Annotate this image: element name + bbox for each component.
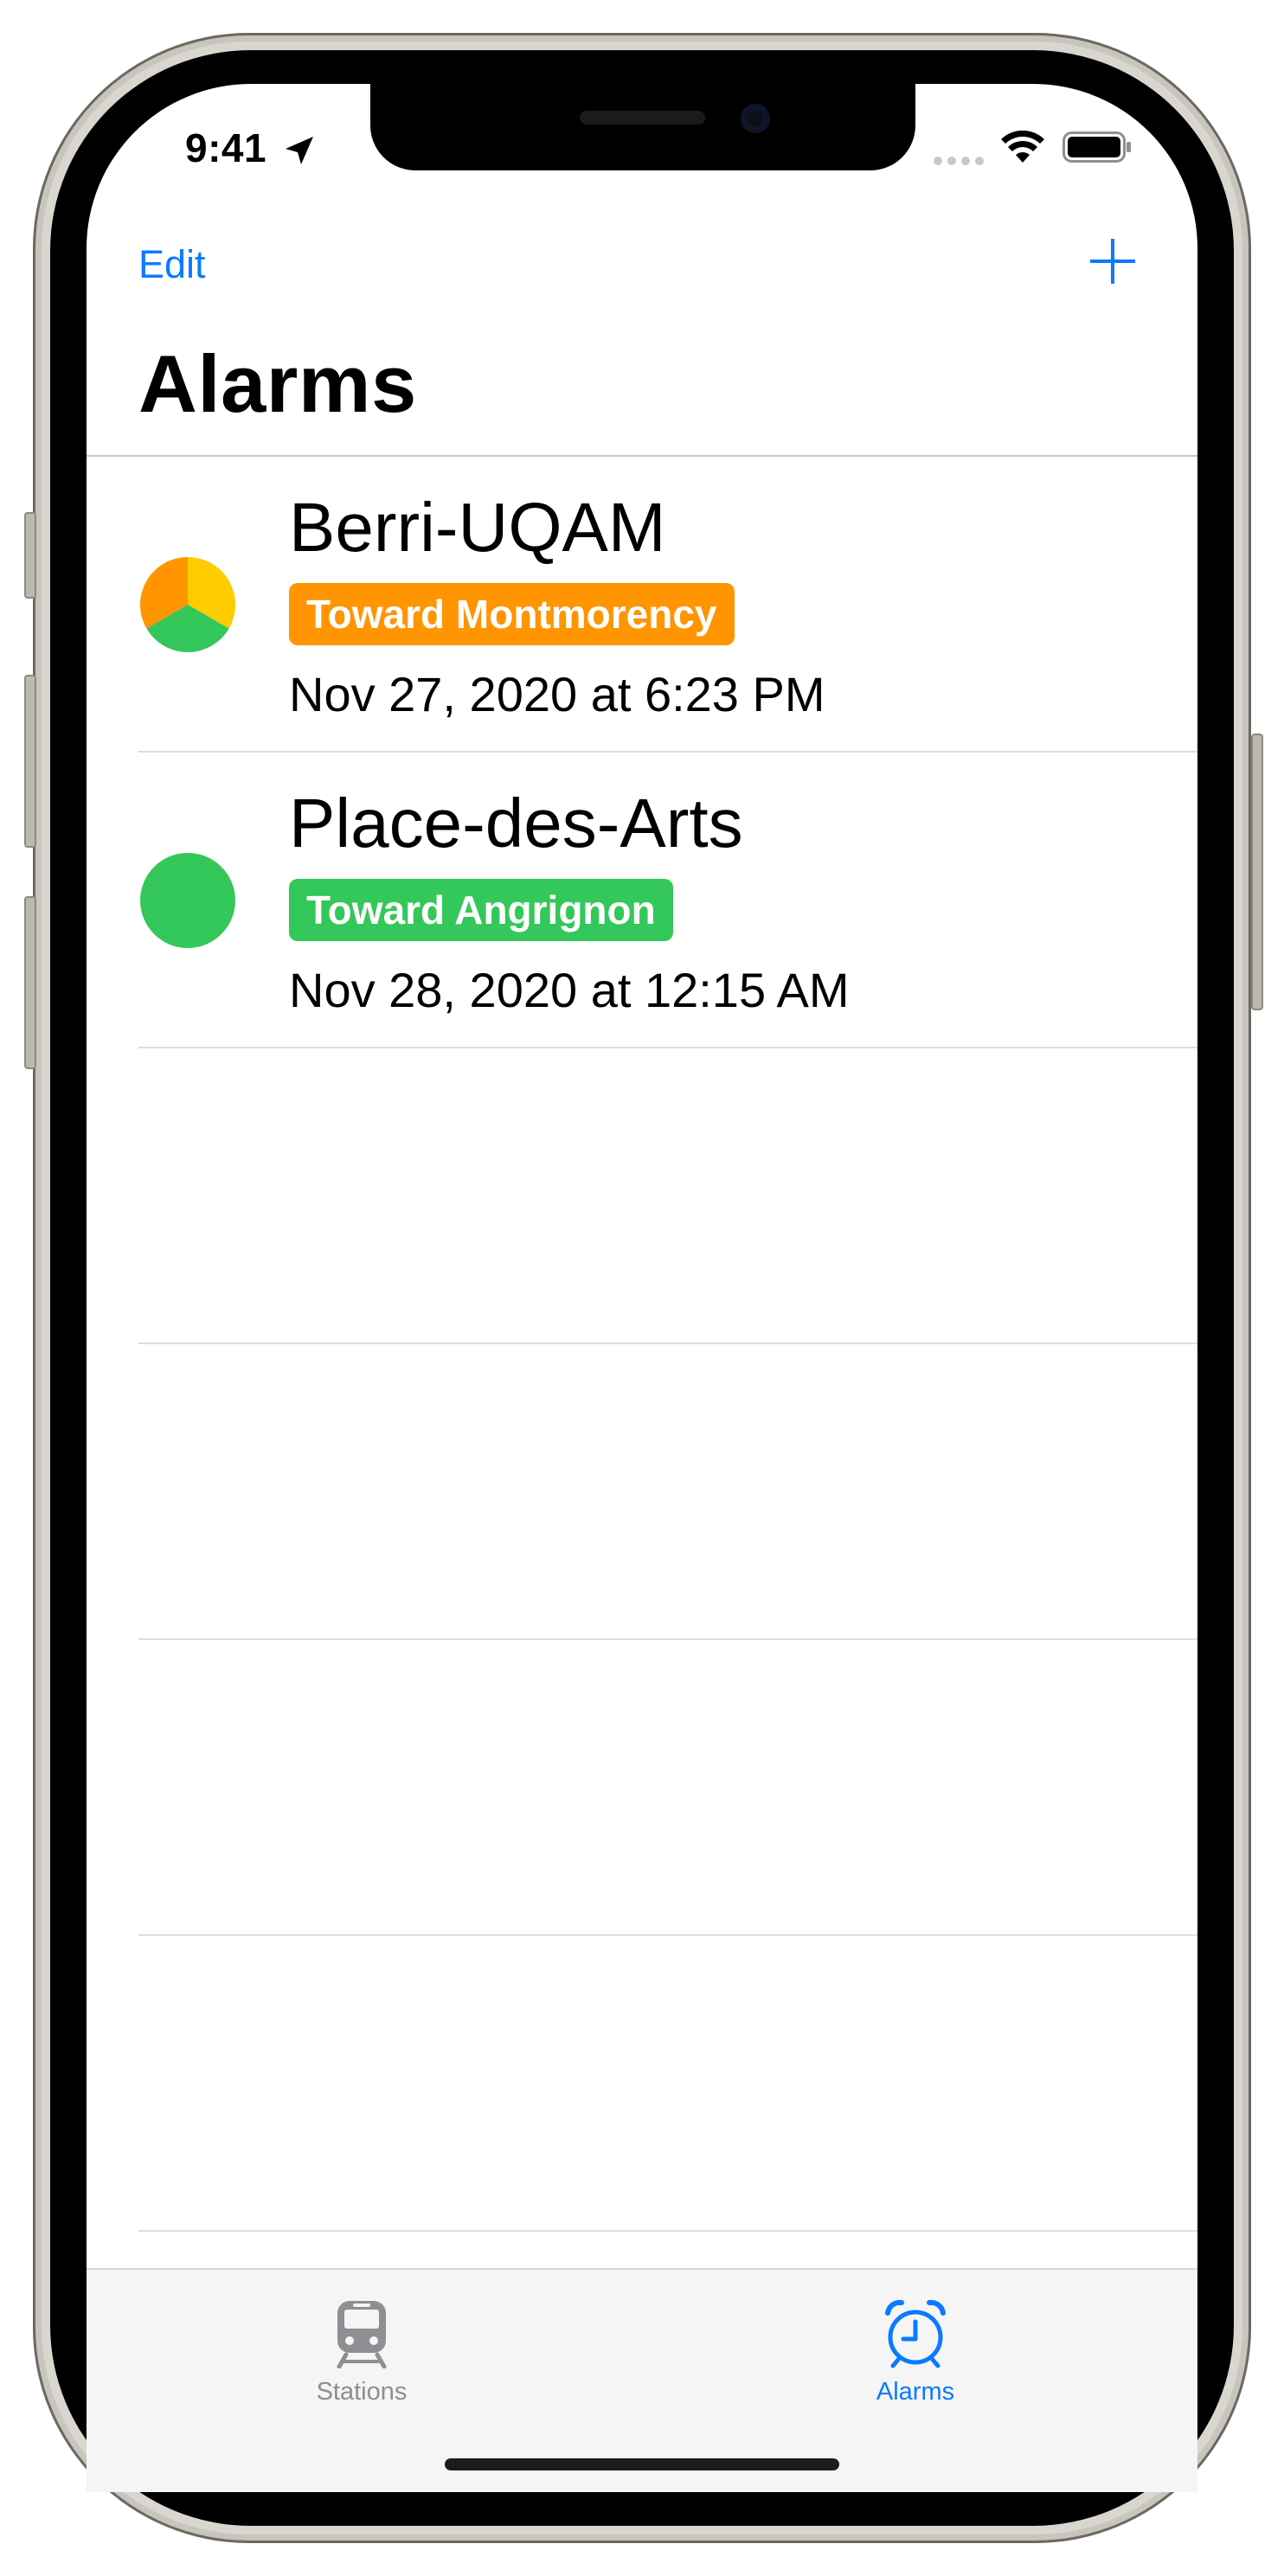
earpiece-speaker: [580, 111, 705, 125]
alarm-row[interactable]: Place-des-Arts Toward Angrignon Nov 28, …: [87, 753, 1197, 1048]
alarm-clock-icon: [885, 2299, 946, 2368]
battery-icon: [1063, 131, 1131, 163]
notch: [370, 84, 915, 170]
volume-up-button: [24, 675, 36, 848]
tab-stations[interactable]: Stations: [258, 2299, 465, 2406]
tab-stations-label: Stations: [316, 2378, 408, 2406]
alarm-datetime: Nov 27, 2020 at 6:23 PM: [289, 667, 825, 721]
empty-row: [87, 1640, 1197, 1936]
empty-row: [87, 1936, 1197, 2232]
cellular-signal-icon: [934, 157, 984, 165]
page-title: Alarms: [138, 338, 417, 429]
status-time: 9:41: [185, 125, 267, 170]
location-arrow-icon: [286, 137, 313, 164]
metro-line-indicator: [140, 853, 235, 948]
direction-badge: Toward Angrignon: [289, 879, 673, 941]
tab-alarms[interactable]: Alarms: [812, 2299, 1019, 2406]
home-indicator[interactable]: [445, 2458, 839, 2470]
station-name: Place-des-Arts: [289, 785, 743, 862]
station-name: Berri-UQAM: [289, 489, 666, 566]
power-button: [1251, 734, 1263, 1010]
edit-button[interactable]: Edit: [138, 242, 206, 287]
plus-icon: [1090, 239, 1135, 284]
row-separator: [138, 2230, 1197, 2232]
alarm-row[interactable]: Berri-UQAM Toward Montmorency Nov 27, 20…: [87, 457, 1197, 753]
alarm-datetime: Nov 28, 2020 at 12:15 AM: [289, 963, 850, 1017]
volume-down-button: [24, 896, 36, 1069]
empty-row: [87, 1344, 1197, 1640]
wifi-icon: [1001, 130, 1044, 163]
direction-badge: Toward Montmorency: [289, 583, 735, 645]
empty-row: [87, 1048, 1197, 1344]
metro-line-indicator: [140, 557, 235, 652]
add-alarm-button[interactable]: [1087, 235, 1139, 287]
front-camera: [741, 104, 770, 133]
tab-alarms-label: Alarms: [876, 2378, 955, 2406]
mute-switch: [24, 512, 36, 599]
train-icon: [337, 2301, 387, 2369]
